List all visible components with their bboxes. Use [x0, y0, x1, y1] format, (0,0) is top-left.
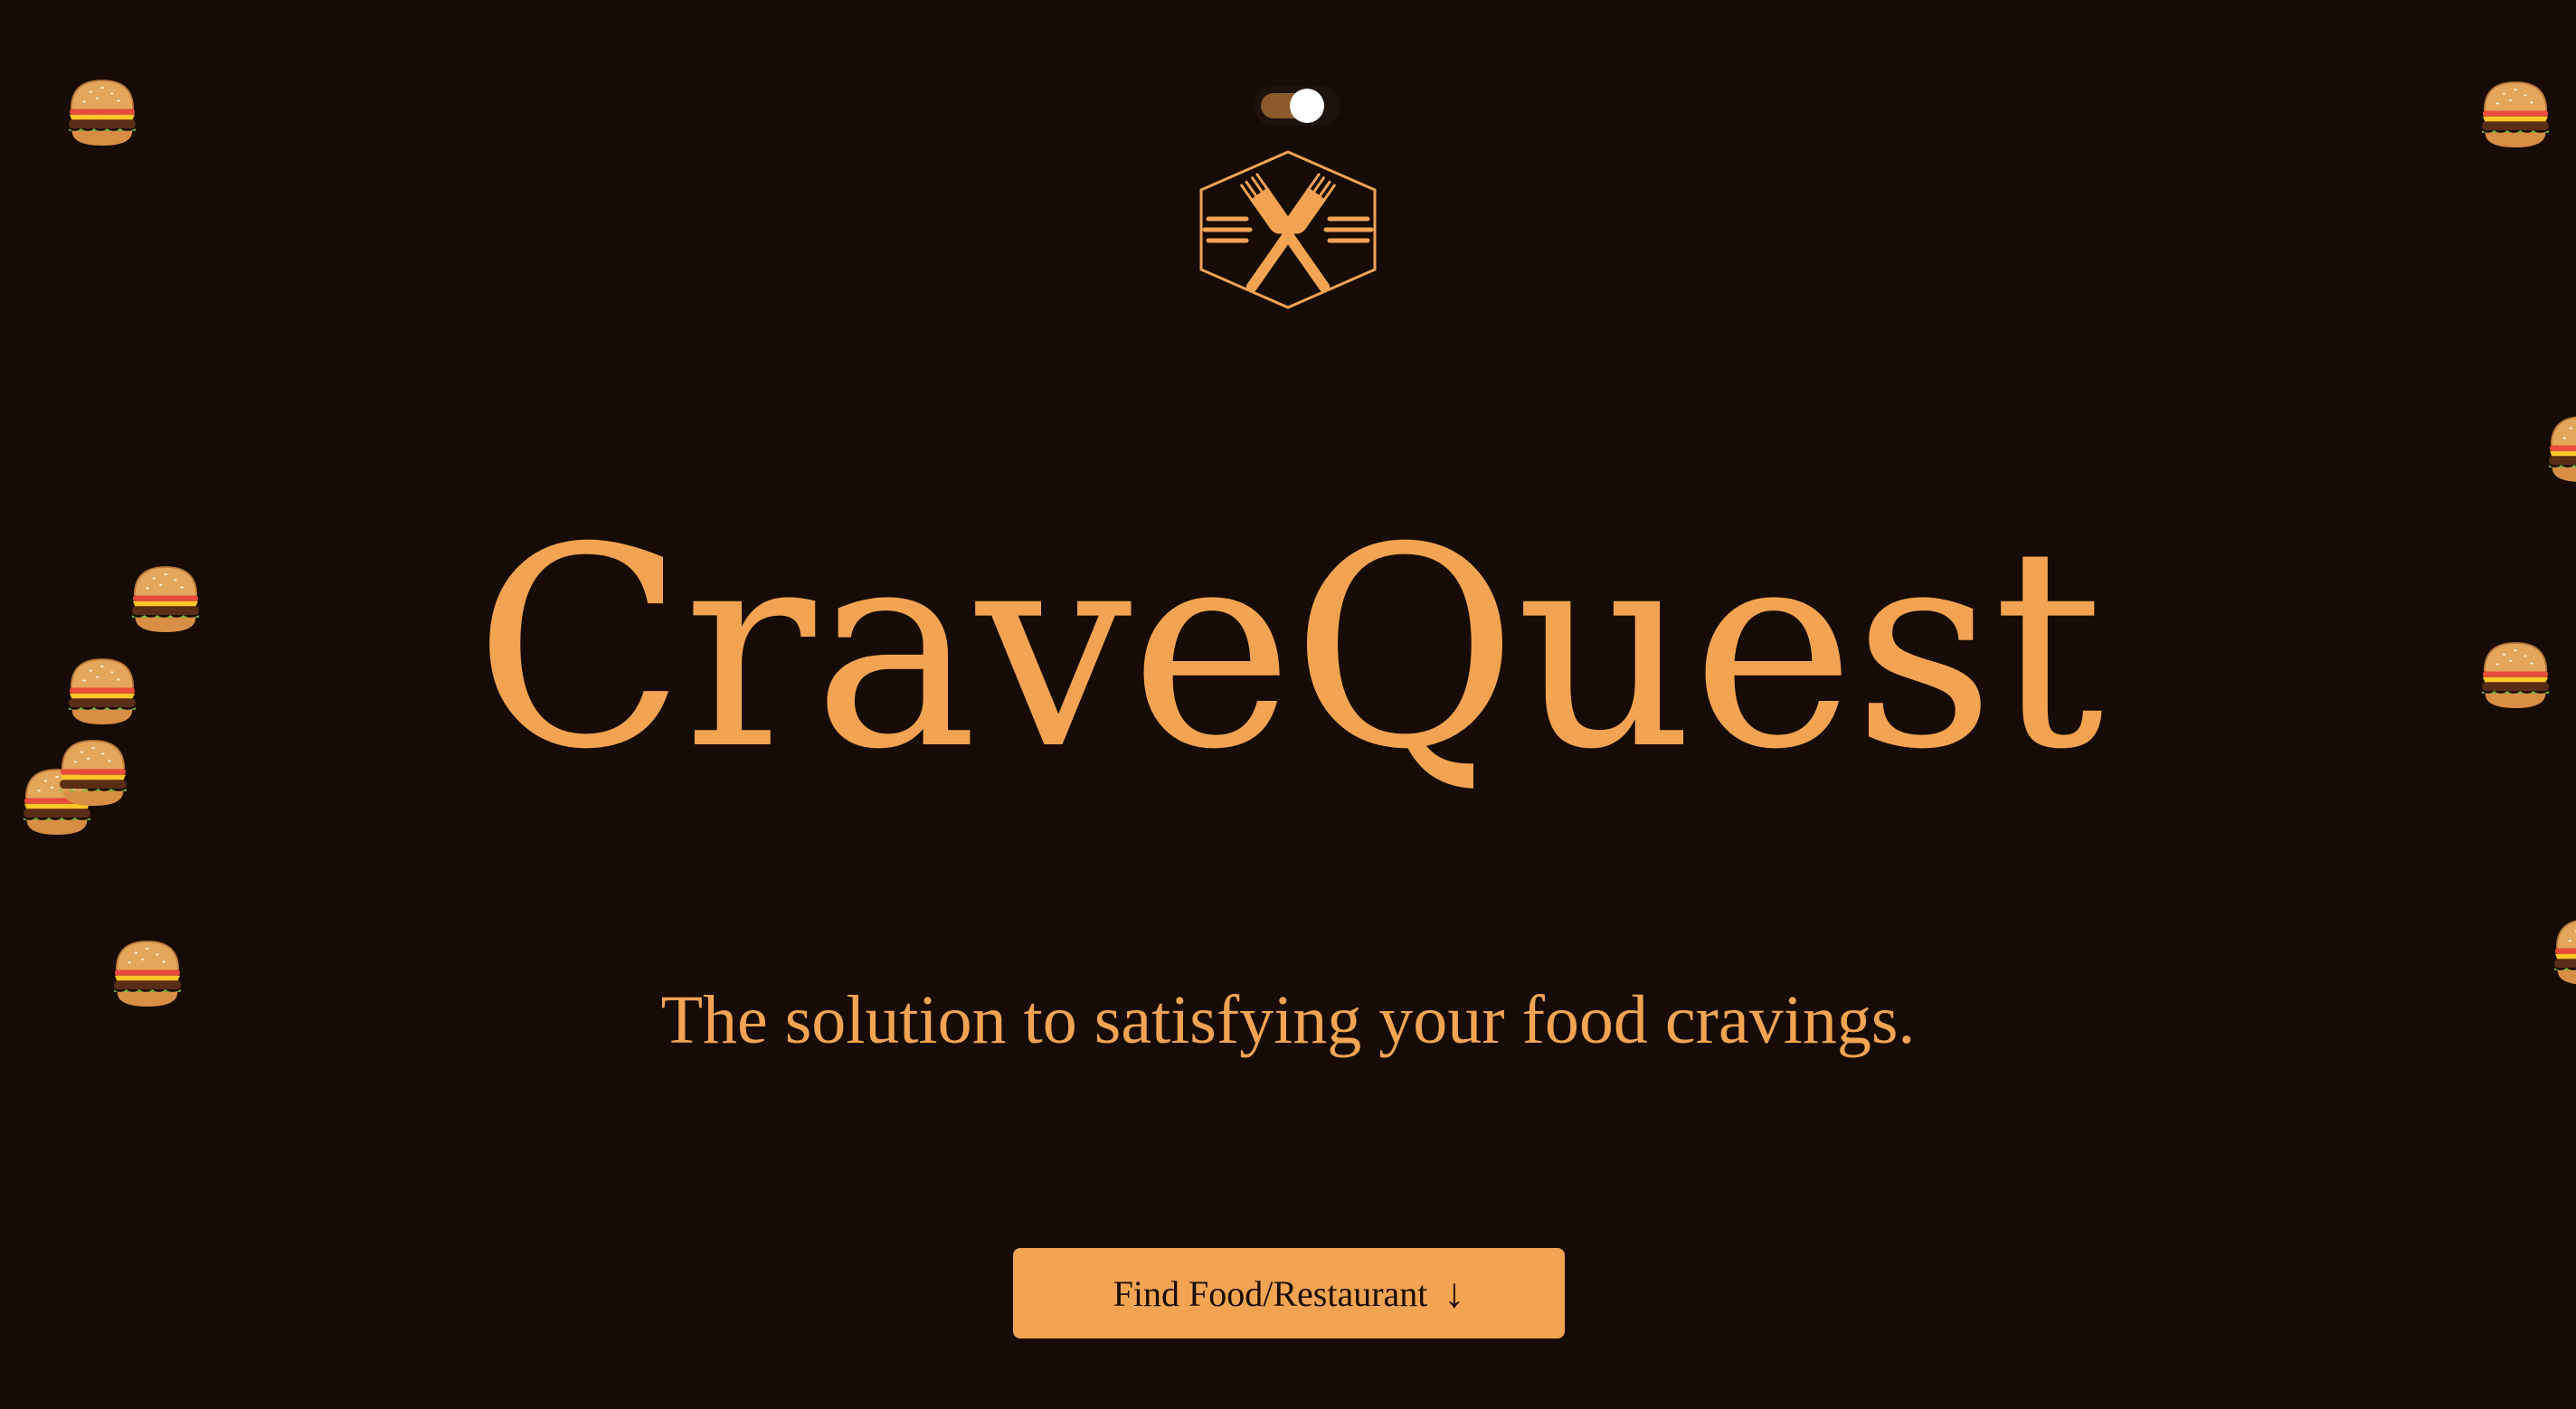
find-food-button-label: Find Food/Restaurant [1113, 1272, 1428, 1314]
theme-toggle[interactable] [1254, 86, 1340, 126]
site-title: CraveQuest [474, 488, 2104, 809]
crossed-forks-logo [1196, 148, 1380, 311]
arrow-down-icon: ↓ [1444, 1270, 1465, 1316]
site-tagline: The solution to satisfying your food cra… [660, 982, 1916, 1058]
find-food-button[interactable]: Find Food/Restaurant ↓ [1013, 1248, 1565, 1338]
burger-icon [2475, 74, 2556, 156]
burger-icon [2542, 409, 2576, 490]
theme-toggle-knob[interactable] [1290, 89, 1324, 123]
burger-icon [62, 72, 143, 154]
